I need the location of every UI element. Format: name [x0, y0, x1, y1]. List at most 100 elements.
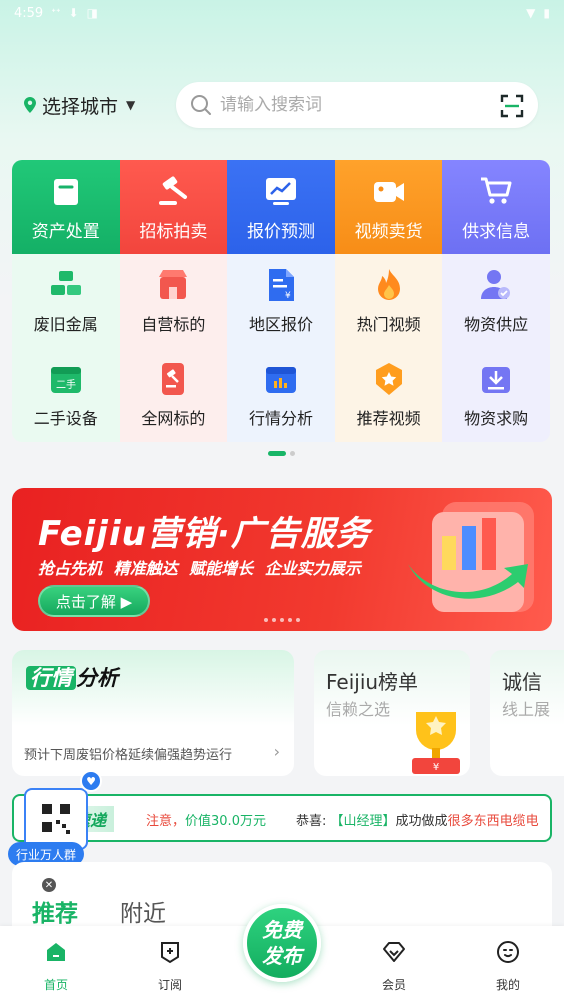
- ranking-card[interactable]: Feijiu榜单 信赖之选 ¥: [314, 650, 470, 776]
- shop-icon: [159, 270, 188, 299]
- grid-pager: [268, 451, 295, 456]
- banner-pager: [264, 618, 300, 622]
- item-self-operated[interactable]: 自营标的: [120, 254, 228, 348]
- nav-subscribe[interactable]: 订阅: [140, 940, 200, 993]
- ticker-text-2: 恭喜: 【山经理】成功做成很多东西电缆电: [296, 810, 539, 829]
- item-label: 二手设备: [33, 409, 98, 428]
- banner-title: Feijiu营销·广告服务: [38, 514, 371, 554]
- category-column: 视频卖货 热门视频 推荐视频: [334, 160, 443, 442]
- nav-label: 订阅: [157, 978, 182, 992]
- chart-icon: [265, 178, 296, 205]
- bag-icon: [53, 179, 78, 205]
- city-selector[interactable]: 选择城市 ▼: [24, 92, 135, 119]
- pager-dot: [288, 618, 292, 622]
- trend-card-description: 预计下周废铝价格延续偏强趋势运行: [24, 748, 233, 763]
- app-notification-icon: ◨: [86, 6, 98, 20]
- item-regional-price[interactable]: ¥ 地区报价: [227, 254, 335, 348]
- banner-illustration: [408, 502, 534, 612]
- item-scrap-metal[interactable]: 废旧金属: [12, 254, 120, 348]
- item-recommended-videos[interactable]: 推荐视频: [335, 348, 443, 442]
- item-label: 行情分析: [248, 409, 313, 428]
- wifi-icon: ▼: [526, 6, 536, 20]
- item-material-supply[interactable]: 物资供应: [442, 254, 550, 348]
- category-column: 报价预测 ¥ 地区报价 行情分析: [227, 160, 335, 442]
- home-icon: [47, 943, 65, 961]
- trend-card-title: 行情 分析: [26, 662, 118, 692]
- caret-down-icon: ▼: [126, 98, 136, 112]
- pager-dot: [296, 618, 300, 622]
- pager-dot: [272, 618, 276, 622]
- scan-icon[interactable]: [500, 94, 524, 118]
- banner-learn-more-button[interactable]: 点击了解 ▶: [38, 585, 150, 617]
- gavel-icon: [159, 176, 188, 205]
- calendar-chart-icon: [265, 367, 296, 393]
- item-used-equipment[interactable]: 二手 二手设备: [12, 348, 120, 442]
- category-grid: 资产处置 废旧金属 二手 二手设备 招标拍卖 自营标的 全网标的 报价预测 ¥ …: [12, 160, 550, 442]
- subscribe-icon: [161, 942, 179, 964]
- item-label: 推荐视频: [356, 409, 421, 428]
- ticker-value: 价值30.0万元: [185, 814, 266, 829]
- calendar-used-icon: 二手: [50, 367, 81, 393]
- nav-mine[interactable]: 我的: [478, 940, 538, 993]
- item-label: 物资供应: [464, 315, 529, 334]
- category-video-sales[interactable]: 视频卖货: [334, 160, 443, 254]
- item-label: 热门视频: [356, 315, 421, 334]
- heart-icon: ♥: [80, 770, 102, 792]
- close-icon[interactable]: ✕: [42, 878, 56, 892]
- phone-gavel-icon: [162, 363, 185, 395]
- ranking-subtitle: 信赖之选: [326, 700, 391, 719]
- header: 选择城市 ▼: [0, 80, 564, 130]
- nav-label: 首页: [43, 978, 68, 992]
- item-label: 地区报价: [248, 315, 313, 334]
- category-label: 供求信息: [462, 222, 531, 242]
- credit-card[interactable]: 诚信 线上展: [490, 650, 564, 776]
- nav-home[interactable]: 首页: [26, 940, 86, 993]
- industry-group-widget[interactable]: ♥ 行业万人群: [6, 770, 106, 868]
- search-bar[interactable]: [176, 82, 538, 128]
- ticker-congrats: 恭喜:: [296, 814, 327, 829]
- category-price-forecast[interactable]: 报价预测: [227, 160, 335, 254]
- item-all-network[interactable]: 全网标的: [120, 348, 228, 442]
- location-pin-icon: [24, 97, 36, 113]
- category-bid-auction[interactable]: 招标拍卖: [119, 160, 228, 254]
- item-market-analysis[interactable]: 行情分析: [227, 348, 335, 442]
- pager-dot-active: [268, 451, 286, 456]
- tab-nearby[interactable]: 附近: [120, 894, 166, 928]
- trophy-icon: ¥: [412, 712, 460, 774]
- download-icon: ⬇: [68, 6, 79, 20]
- pager-dot: [264, 618, 268, 622]
- category-asset-disposal[interactable]: 资产处置: [12, 160, 120, 254]
- item-material-demand[interactable]: 物资求购: [442, 348, 550, 442]
- qr-code-icon: [24, 788, 88, 850]
- svg-text:¥: ¥: [433, 762, 439, 773]
- publish-label: 免费 发布: [262, 918, 302, 968]
- item-label: 废旧金属: [33, 315, 98, 334]
- ticker-mid: 成功做成: [395, 814, 448, 829]
- diamond-icon: [383, 942, 405, 962]
- tab-recommend[interactable]: 推荐: [32, 894, 78, 928]
- category-label: 招标拍卖: [139, 222, 208, 242]
- item-hot-videos[interactable]: 热门视频: [335, 254, 443, 348]
- nav-label: 我的: [495, 978, 520, 992]
- market-trend-card[interactable]: 行情 分析 预计下周废铝价格延续偏强趋势运行 ›: [12, 650, 294, 776]
- category-column: 招标拍卖 自营标的 全网标的: [119, 160, 228, 442]
- category-supply-demand[interactable]: 供求信息: [442, 160, 550, 254]
- item-label: 物资求购: [464, 409, 529, 428]
- battery-icon: ▮: [543, 6, 550, 20]
- document-yen-icon: ¥: [268, 269, 294, 301]
- user-check-icon: [481, 270, 511, 299]
- ranking-title: Feijiu榜单: [326, 670, 419, 694]
- search-input[interactable]: [220, 95, 490, 115]
- flame-icon: [377, 269, 400, 300]
- category-column: 资产处置 废旧金属 二手 二手设备: [12, 160, 120, 442]
- city-label: 选择城市: [42, 95, 119, 118]
- credit-title: 诚信: [502, 670, 542, 694]
- publish-button[interactable]: 免费 发布: [243, 904, 321, 982]
- ticker-text-1-prefix: 注意，: [146, 814, 186, 829]
- nav-member[interactable]: 会员: [364, 940, 424, 993]
- pager-dot: [280, 618, 284, 622]
- ticker-product: 很多东西电缆电: [447, 814, 539, 829]
- ad-banner[interactable]: Feijiu营销·广告服务 抢占先机 精准触达 赋能增长 企业实力展示 点击了解…: [12, 488, 552, 631]
- credit-subtitle: 线上展: [502, 700, 551, 719]
- item-label: 全网标的: [141, 409, 206, 428]
